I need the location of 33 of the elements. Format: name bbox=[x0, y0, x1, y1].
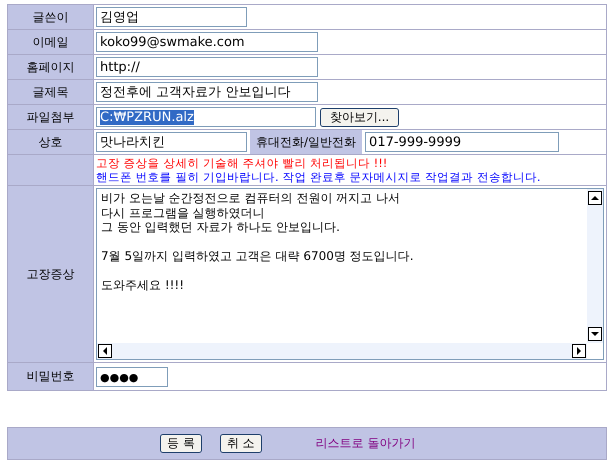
scroll-down-icon[interactable] bbox=[588, 327, 602, 341]
text-field[interactable]: 정전후에 고객자료가 안보입니다 bbox=[96, 82, 318, 102]
field-label: 홈페이지 bbox=[26, 60, 74, 74]
text-line: 그 동안 입력했던 자료가 하나도 안보입니다. bbox=[101, 220, 340, 234]
form-button[interactable]: 취 소 bbox=[220, 434, 262, 453]
text-field[interactable]: koko99@swmake.com bbox=[96, 32, 318, 52]
field-label: 비밀번호 bbox=[26, 369, 74, 383]
scroll-up-icon[interactable] bbox=[588, 191, 602, 205]
field-label: 상호 bbox=[38, 134, 62, 148]
file-path-field[interactable]: C:₩PZRUN.alz bbox=[96, 107, 316, 127]
field-label: 글쓴이 bbox=[32, 10, 68, 24]
back-to-list-link[interactable]: 리스트로 돌아가기 bbox=[316, 435, 416, 452]
scroll-right-icon[interactable] bbox=[572, 344, 586, 358]
notice-text: 핸드폰 번호를 필히 기입바랍니다. 작업 완료후 문자메시지로 작업결과 전송합니다. bbox=[96, 170, 542, 184]
scroll-left-icon[interactable] bbox=[98, 344, 112, 358]
password-field[interactable]: ●●●● bbox=[96, 366, 168, 386]
company-field[interactable]: 맛나라치킨 bbox=[96, 132, 247, 152]
text-line: 도와주세요 !!!! bbox=[101, 278, 184, 292]
field-label: 휴대전화/일반전화 bbox=[250, 130, 362, 154]
text-line: 7월 5일까지 입력하였고 고객은 대략 6700명 정도입니다. bbox=[101, 249, 414, 264]
text-field[interactable]: http:// bbox=[96, 57, 318, 77]
field-label: 고장증상 bbox=[26, 266, 74, 280]
browse-button[interactable]: 찾아보기... bbox=[320, 108, 399, 126]
notice-text: 고장 증상을 상세히 기술해 주셔야 빨리 처리됩니다 !!! bbox=[96, 156, 388, 170]
field-label: 파일첨부 bbox=[26, 110, 74, 124]
text-field[interactable]: 김영업 bbox=[96, 7, 247, 27]
text-line: 다시 프로그램을 실행하였더니 bbox=[101, 206, 265, 220]
symptom-textarea[interactable]: 비가 오는날 순간정전으로 컴퓨터의 전원이 꺼지고 나서 다시 프로그램을 실행하였더니 그 동안 입력했던 자료가 하나도 안보입니다. 7월 5일까지 입력하였고 고객은 대략 6700명 정도입니다. 도와주세요 !!!! bbox=[96, 188, 604, 360]
phone-field[interactable]: 017-999-9999 bbox=[365, 132, 560, 152]
field-label: 글제목 bbox=[32, 84, 68, 98]
field-label: 이메일 bbox=[32, 34, 68, 48]
text-line: 비가 오는날 순간정전으로 컴퓨터의 전원이 꺼지고 나서 bbox=[101, 191, 400, 206]
form-button[interactable]: 등 록 bbox=[160, 434, 202, 453]
